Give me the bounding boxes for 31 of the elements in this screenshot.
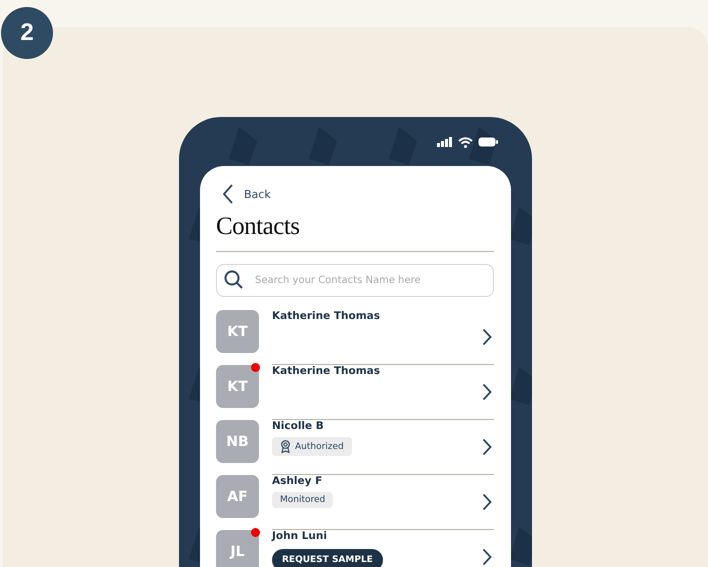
avatar: JL [216, 530, 259, 567]
pattern-shape [229, 127, 257, 165]
chevron-right-icon[interactable] [482, 548, 492, 566]
avatar: NB [216, 420, 259, 463]
status-tag: Monitored [272, 492, 334, 508]
contact-name[interactable]: Ashley F [272, 475, 322, 487]
chevron-right-icon[interactable] [482, 383, 492, 401]
award-icon [280, 440, 291, 453]
avatar: KT [216, 310, 259, 353]
request-sample-button[interactable]: REQUEST SAMPLE [272, 549, 383, 567]
chevron-left-icon [222, 184, 234, 204]
page-title: Contacts [216, 212, 300, 242]
back-button[interactable]: Back [216, 184, 271, 204]
pattern-shape [389, 127, 417, 165]
contact-name[interactable]: Katherine Thomas [272, 310, 380, 322]
avatar: KT [216, 365, 259, 408]
chevron-right-icon[interactable] [482, 493, 492, 511]
contact-name[interactable]: Nicolle B [272, 420, 324, 432]
chevron-right-icon[interactable] [482, 438, 492, 456]
back-label: Back [244, 188, 271, 200]
tag-label: Authorized [295, 442, 344, 452]
signal-icon [437, 137, 453, 147]
contact-name[interactable]: John Luni [272, 530, 327, 542]
search-field[interactable]: Search your Contacts Name here [216, 264, 494, 297]
avatar: AF [216, 475, 259, 518]
pattern-shape [309, 127, 337, 165]
chevron-right-icon[interactable] [482, 328, 492, 346]
contact-name[interactable]: Katherine Thomas [272, 365, 380, 377]
battery-icon [478, 137, 498, 147]
wifi-icon [458, 136, 473, 148]
step-badge: 2 [1, 7, 53, 59]
